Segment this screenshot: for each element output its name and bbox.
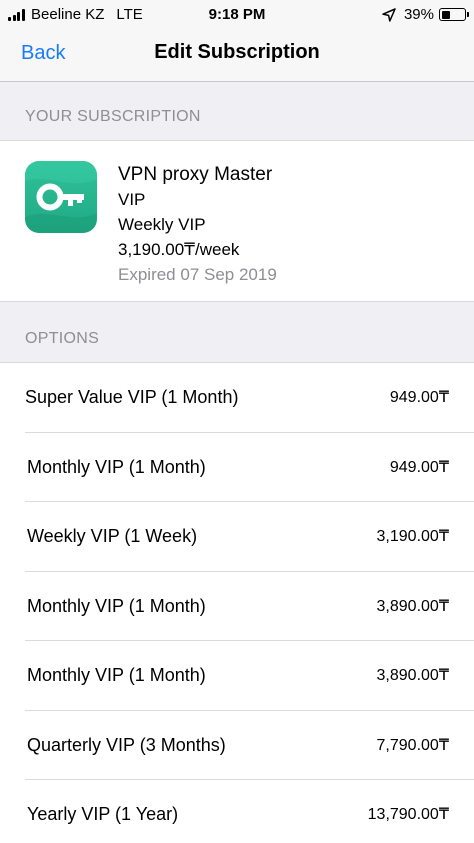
option-row[interactable]: Super Value VIP (1 Month) 949.00₸ [0, 363, 474, 433]
option-row[interactable]: Yearly VIP (1 Year) 13,790.00₸ [0, 780, 474, 843]
battery-level-fill [441, 10, 451, 19]
option-label: Monthly VIP (1 Month) [27, 456, 206, 477]
option-row[interactable]: Weekly VIP (1 Week) 3,190.00₸ [0, 502, 474, 572]
option-label: Quarterly VIP (3 Months) [27, 734, 226, 755]
option-price: 3,890.00₸ [376, 667, 449, 684]
option-row[interactable]: Monthly VIP (1 Month) 3,890.00₸ [0, 641, 474, 711]
status-right: 39% [382, 6, 469, 23]
plan-price: 3,190.00₸/week [118, 240, 240, 259]
app-name: VPN proxy Master [118, 164, 273, 185]
subscription-card: VPN proxy Master VIP Weekly VIP 3,190.00… [0, 141, 474, 301]
battery-icon [439, 8, 469, 21]
option-row[interactable]: Quarterly VIP (3 Months) 7,790.00₸ [0, 710, 474, 780]
section-header-label: OPTIONS [25, 330, 100, 347]
options-list: Super Value VIP (1 Month) 949.00₸ Monthl… [0, 363, 474, 843]
key-icon [25, 161, 97, 233]
option-price: 3,890.00₸ [376, 597, 449, 615]
option-label: Weekly VIP (1 Week) [27, 526, 198, 546]
navigation-bar: Back Edit Subscription [0, 30, 474, 82]
option-label: Monthly VIP (1 Month) [27, 595, 206, 616]
option-label: Super Value VIP (1 Month) [25, 387, 239, 407]
section-header-your-subscription: YOUR SUBSCRIPTION [0, 82, 474, 141]
option-price: 3,190.00₸ [376, 528, 449, 545]
page-title: Edit Subscription [154, 41, 320, 63]
option-price: 7,790.00₸ [376, 736, 449, 754]
section-header-label: YOUR SUBSCRIPTION [25, 108, 201, 125]
option-row[interactable]: Monthly VIP (1 Month) 3,890.00₸ [0, 571, 474, 641]
option-price: 949.00₸ [389, 458, 449, 476]
app-icon [25, 161, 97, 233]
subscription-status: Expired 07 Sep 2019 [118, 265, 277, 284]
battery-percentage: 39% [403, 6, 434, 23]
subscription-info: VPN proxy Master VIP Weekly VIP 3,190.00… [118, 163, 277, 287]
section-header-options: OPTIONS [0, 301, 474, 363]
app-subtitle: VIP [118, 190, 146, 209]
status-bar: Beeline KZ LTE 9:18 PM 39% [0, 0, 474, 30]
option-label: Monthly VIP (1 Month) [27, 665, 206, 685]
option-price: 13,790.00₸ [367, 806, 449, 823]
option-row[interactable]: Monthly VIP (1 Month) 949.00₸ [0, 432, 474, 502]
option-price: 949.00₸ [389, 389, 449, 406]
plan-name: Weekly VIP [118, 215, 206, 234]
option-label: Yearly VIP (1 Year) [27, 804, 179, 824]
location-arrow-icon [382, 7, 396, 22]
